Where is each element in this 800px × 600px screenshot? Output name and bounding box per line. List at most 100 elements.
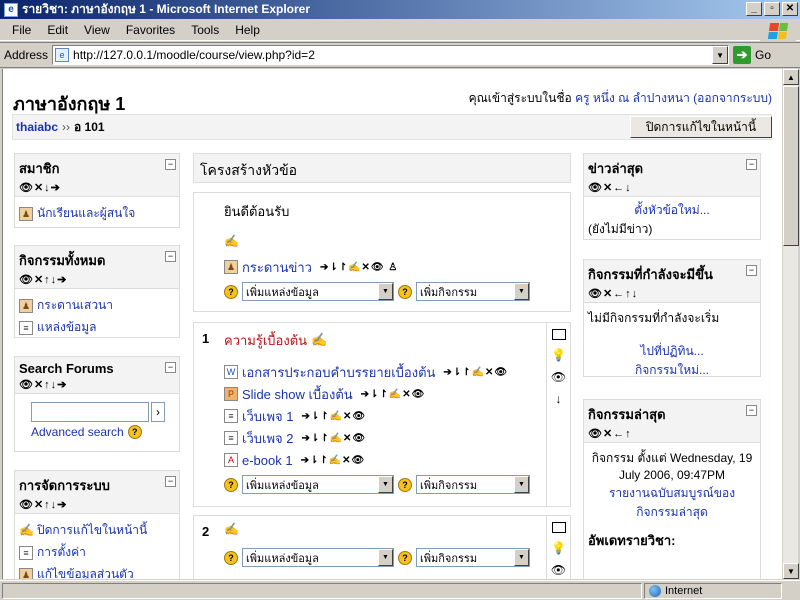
forums-link[interactable]: กระดานเสวนา (37, 296, 113, 315)
members-item[interactable]: ♟ นักเรียนและผู้สนใจ (19, 204, 175, 223)
address-dropdown-button[interactable]: ▼ (712, 46, 729, 64)
menu-tools[interactable]: Tools (183, 23, 227, 37)
collapse-icon[interactable]: − (165, 251, 176, 262)
resource-link[interactable]: e-book 1 (242, 453, 293, 468)
add-resource-select[interactable]: เพิ่มแหล่งข้อมูล ▼ (242, 282, 394, 301)
word-doc-icon: W (224, 365, 238, 379)
list-item[interactable]: ✍ ปิดการแก้ไขในหน้านี้ (19, 521, 175, 540)
resource-actions[interactable]: ➔⇂↾✍✕👁 (301, 411, 366, 422)
help-icon[interactable]: ? (127, 425, 142, 439)
page-icon: e (55, 48, 70, 62)
move-down-icon[interactable]: ↓ (556, 392, 562, 406)
section-2: 2 ✍ ? เพิ่มแหล่งข้อมูล ▼ ? เพิ่มกิจกรรม ▼ … (193, 515, 571, 579)
resource-actions[interactable]: ➔⇂↾✍✕👁 (361, 389, 426, 400)
add-resource-select[interactable]: เพิ่มแหล่งข้อมูล ▼ (242, 475, 394, 494)
highlight-bulb-icon[interactable]: 💡 (551, 541, 566, 555)
help-icon[interactable]: ? (398, 284, 412, 299)
scroll-down-button[interactable]: ▼ (783, 563, 799, 579)
collapse-icon[interactable]: − (165, 476, 176, 487)
collapse-icon[interactable]: − (746, 265, 757, 276)
user-link[interactable]: ครู หนึ่ง ณ ลำปางหนา (575, 91, 690, 105)
show-only-this-topic-icon[interactable] (551, 329, 566, 340)
no-news-text: (ยังไม่มีข่าว) (588, 222, 653, 236)
news-forum-link[interactable]: กระดานข่าว (242, 257, 312, 278)
scroll-up-button[interactable]: ▲ (783, 69, 799, 85)
list-item[interactable]: ≡ แหล่งข้อมูล (19, 318, 175, 337)
add-row: ? เพิ่มแหล่งข้อมูล ▼ ? เพิ่มกิจกรรม ▼ (224, 475, 540, 494)
go-to-calendar-link[interactable]: ไปที่ปฏิทิน... (588, 342, 756, 361)
add-activity-select[interactable]: เพิ่มกิจกรรม ▼ (416, 475, 530, 494)
members-link[interactable]: นักเรียนและผู้สนใจ (37, 204, 135, 223)
resource-link[interactable]: เว็บเพจ 2 (242, 428, 293, 449)
search-submit-button[interactable]: › (151, 402, 165, 422)
minimize-button[interactable]: _ (746, 2, 762, 16)
menu-help[interactable]: Help (227, 23, 268, 37)
new-event-link[interactable]: กิจกรรมใหม่... (588, 361, 756, 380)
edit-icon[interactable]: ✍ (311, 332, 327, 348)
block-controls[interactable]: 👁✕↑↓➔ (19, 378, 175, 391)
latest-news-block: ข่าวล่าสุด − 👁✕←↓ ตั้งหัวข้อใหม่... (ยัง… (583, 153, 761, 240)
help-icon[interactable]: ? (398, 550, 412, 565)
add-activity-select[interactable]: เพิ่มกิจกรรม ▼ (416, 282, 530, 301)
advanced-search-row: Advanced search? (31, 425, 175, 439)
highlight-bulb-icon[interactable]: 💡 (551, 348, 566, 362)
add-row: ? เพิ่มแหล่งข้อมูล ▼ ? เพิ่มกิจกรรม ▼ (224, 282, 540, 301)
go-button[interactable]: ➔ Go (733, 46, 771, 64)
block-controls[interactable]: 👁✕←↑ (588, 427, 756, 440)
turn-editing-off-button[interactable]: ปิดการแก้ไขในหน้านี้ (630, 116, 772, 138)
menu-file[interactable]: File (4, 23, 39, 37)
logout-link[interactable]: (ออกจากระบบ) (693, 91, 772, 105)
collapse-icon[interactable]: − (165, 159, 176, 170)
collapse-icon[interactable]: − (165, 362, 176, 373)
resource-link[interactable]: Slide show เบื้องต้น (242, 384, 353, 405)
resource-actions[interactable]: ➔⇂↾✍✕👁 (443, 367, 508, 378)
resource-link[interactable]: เว็บเพจ 1 (242, 406, 293, 427)
search-input[interactable] (31, 402, 149, 422)
eye-icon[interactable]: 👁 (551, 370, 566, 384)
block-controls[interactable]: 👁✕←↑↓ (588, 287, 756, 300)
list-item[interactable]: ♟ กระดานเสวนา (19, 296, 175, 315)
maximize-button[interactable]: ▫ (764, 2, 780, 16)
add-activity-select[interactable]: เพิ่มกิจกรรม ▼ (416, 548, 530, 567)
menu-view[interactable]: View (76, 23, 118, 37)
section-1: 1 ความรู้เบื้องต้น ✍ W เอกสารประกอบคำบรร… (193, 322, 571, 507)
edit-profile-link[interactable]: แก้ไขข้อมูลส่วนตัว (37, 565, 134, 579)
edit-summary-icon[interactable]: ✍ (224, 234, 540, 248)
block-controls[interactable]: 👁✕↓➔ (19, 181, 175, 194)
menu-favorites[interactable]: Favorites (118, 23, 183, 37)
help-icon[interactable]: ? (224, 284, 238, 299)
breadcrumb-home[interactable]: thaiabc (16, 120, 58, 134)
resources-link[interactable]: แหล่งข้อมูล (37, 318, 97, 337)
help-icon[interactable]: ? (398, 477, 412, 492)
collapse-icon[interactable]: − (746, 159, 757, 170)
turn-editing-off-link[interactable]: ปิดการแก้ไขในหน้านี้ (37, 521, 147, 540)
address-input[interactable]: e http://127.0.0.1/moodle/course/view.ph… (52, 45, 730, 65)
help-icon[interactable]: ? (224, 477, 238, 492)
settings-link[interactable]: การตั้งค่า (37, 543, 86, 562)
resource-row: ≡ เว็บเพจ 2 ➔⇂↾✍✕👁 (224, 427, 540, 449)
show-only-this-topic-icon[interactable] (551, 522, 566, 533)
resource-actions[interactable]: ➔⇂↾✍✕👁 ♙ (320, 262, 398, 273)
add-resource-select[interactable]: เพิ่มแหล่งข้อมูล ▼ (242, 548, 394, 567)
full-report-link[interactable]: รายงานฉบับสมบูรณ์ของกิจกรรมล่าสุด (588, 484, 756, 522)
collapse-icon[interactable]: − (746, 405, 757, 416)
block-controls[interactable]: 👁✕←↓ (588, 181, 756, 194)
close-button[interactable]: ✕ (782, 2, 798, 16)
resource-link[interactable]: เอกสารประกอบคำบรรยายเบื้องต้น (242, 362, 435, 383)
resource-actions[interactable]: ➔⇂↾✍✕👁 (301, 433, 366, 444)
resource-actions[interactable]: ➔⇂↾✍✕👁 (301, 455, 366, 466)
list-item[interactable]: ♟ แก้ไขข้อมูลส่วนตัว (19, 565, 175, 579)
vertical-scrollbar[interactable]: ▲ ▼ (782, 69, 799, 579)
block-controls[interactable]: 👁✕↑↓➔ (19, 273, 175, 286)
eye-icon[interactable]: 👁 (551, 563, 566, 577)
edit-icon[interactable]: ✍ (224, 522, 540, 536)
scroll-thumb[interactable] (783, 86, 799, 246)
help-icon[interactable]: ? (224, 550, 238, 565)
block-controls[interactable]: 👁✕↑↓➔ (19, 498, 175, 511)
administration-block: การจัดการระบบ − 👁✕↑↓➔ ✍ ปิดการแก้ไขในหน้า… (14, 470, 180, 579)
window-buttons: _ ▫ ✕ (746, 2, 798, 16)
list-item[interactable]: ≡ การตั้งค่า (19, 543, 175, 562)
add-news-topic-link[interactable]: ตั้งหัวข้อใหม่... (588, 201, 756, 220)
menu-edit[interactable]: Edit (39, 23, 76, 37)
advanced-search-link[interactable]: Advanced search (31, 425, 124, 439)
